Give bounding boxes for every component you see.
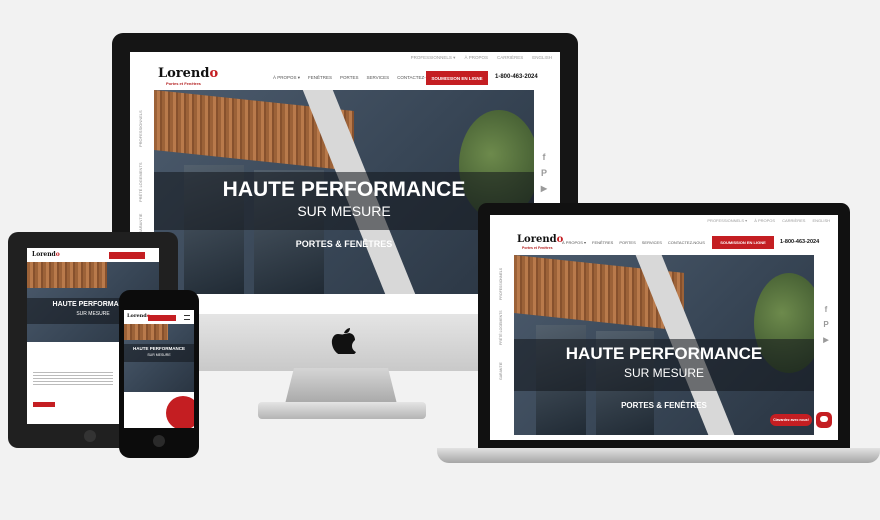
side-tab-garantie[interactable]: GARANTIE	[499, 362, 503, 380]
pinterest-icon[interactable]: P	[538, 168, 550, 178]
laptop-screen: PROFESSIONNELS ▾ À PROPOS CARRIÈRES ENGL…	[490, 215, 838, 440]
hero-title: HAUTE PERFORMANCE	[222, 178, 466, 201]
main-nav: À PROPOS ▾ FENÊTRES PORTES SERVICES CONT…	[562, 240, 705, 245]
side-tab-pret-logements[interactable]: PRÉTÉ LOGEMENTS	[138, 162, 143, 202]
site-logo[interactable]: Lorendo	[517, 234, 563, 245]
nav-a-propos[interactable]: À PROPOS ▾	[273, 75, 300, 81]
side-tab-pret-logements[interactable]: PRÉTÉ LOGEMENTS	[499, 310, 503, 345]
nav-portes[interactable]: PORTES	[619, 240, 635, 245]
top-nav-english[interactable]: ENGLISH	[812, 218, 830, 223]
hero-banner: HAUTE PERFORMANCE SUR MESURE PORTES & FE…	[514, 255, 814, 435]
top-nav-carrieres[interactable]: CARRIÈRES	[782, 218, 805, 223]
facebook-icon[interactable]: f	[820, 305, 832, 314]
site-logo[interactable]: Lorendo	[158, 66, 218, 81]
side-tab-garantie[interactable]: GARANTIE	[138, 214, 143, 234]
top-nav-a-propos[interactable]: À PROPOS	[754, 218, 775, 223]
hero-title: HAUTE PERFORMANCE	[565, 344, 763, 363]
nav-portes[interactable]: PORTES	[340, 75, 358, 81]
nav-services[interactable]: SERVICES	[642, 240, 662, 245]
online-quote-button[interactable]	[148, 315, 176, 321]
logo-text-o: o	[209, 66, 219, 81]
logo-subtitle: Portes et Fenêtres	[522, 246, 553, 250]
website-mobile: Lorendo HAUTE PERFORMANCE SUR MESURE	[124, 310, 194, 428]
top-nav-english[interactable]: ENGLISH	[532, 55, 552, 61]
site-logo[interactable]: Lorendo	[127, 313, 150, 319]
top-nav: PROFESSIONNELS ▾ À PROPOS CARRIÈRES ENGL…	[411, 55, 552, 61]
imac-foot	[258, 402, 426, 419]
laptop-base	[437, 448, 880, 463]
logo-text: Lorend	[158, 66, 210, 81]
hero-title: HAUTE PERFORMANCE	[132, 346, 185, 351]
logo-text: Lorend	[127, 313, 147, 319]
logo-text: Lorend	[517, 234, 557, 245]
main-nav: À PROPOS ▾ FENÊTRES PORTES SERVICES CONT…	[273, 75, 439, 81]
phone-number[interactable]: 1-800-463-2024	[495, 74, 538, 80]
hero-banner: HAUTE PERFORMANCE SUR MESURE PORTES & FE…	[154, 90, 534, 294]
phone-number[interactable]: 1-800-463-2024	[780, 239, 819, 245]
top-nav-professionnels[interactable]: PROFESSIONNELS ▾	[411, 55, 456, 61]
logo-text: Lorend	[32, 251, 56, 258]
top-nav-carrieres[interactable]: CARRIÈRES	[497, 55, 523, 61]
top-nav: PROFESSIONNELS ▾ À PROPOS CARRIÈRES ENGL…	[707, 218, 830, 223]
side-tab-professionnels[interactable]: PROFESSIONNELS	[138, 110, 143, 147]
chat-button[interactable]: Clavardez avec nous!	[770, 414, 812, 426]
logo-text-o: o	[55, 251, 60, 258]
nav-fenetres[interactable]: FENÊTRES	[592, 240, 613, 245]
hero-tagline: PORTES & FENÊTRES	[295, 239, 393, 249]
top-nav-professionnels[interactable]: PROFESSIONNELS ▾	[707, 218, 747, 223]
website-laptop: PROFESSIONNELS ▾ À PROPOS CARRIÈRES ENGL…	[490, 215, 838, 440]
home-button-icon	[153, 435, 165, 447]
hero-subtitle: SUR MESURE	[297, 203, 391, 219]
nav-services[interactable]: SERVICES	[366, 75, 389, 81]
read-more-button[interactable]	[33, 402, 55, 407]
imac-stand	[285, 368, 397, 404]
top-nav-a-propos[interactable]: À PROPOS	[464, 55, 488, 61]
online-quote-button[interactable]	[109, 252, 145, 259]
hero-wood-cladding	[124, 324, 168, 340]
menu-icon[interactable]	[184, 315, 190, 320]
hero-subtitle: SUR MESURE	[623, 366, 704, 380]
youtube-icon[interactable]: ▶	[820, 336, 832, 344]
youtube-icon[interactable]: ▶	[538, 184, 550, 193]
nav-contact[interactable]: CONTACTEZ-NOUS	[668, 240, 705, 245]
pinterest-icon[interactable]: P	[820, 320, 832, 329]
hero-banner: HAUTE PERFORMANCE SUR MESURE	[124, 324, 194, 392]
side-tab-professionnels[interactable]: PROFESSIONNELS	[499, 268, 503, 300]
hero-subtitle: SUR MESURE	[147, 353, 171, 357]
phone-screen: Lorendo HAUTE PERFORMANCE SUR MESURE	[124, 310, 194, 428]
red-arc-decoration	[166, 396, 194, 428]
apple-logo-icon	[331, 328, 356, 354]
nav-fenetres[interactable]: FENÊTRES	[308, 75, 332, 81]
nav-a-propos[interactable]: À PROPOS ▾	[562, 240, 586, 245]
site-logo[interactable]: Lorendo	[32, 251, 60, 258]
hero-wood-cladding	[27, 262, 107, 288]
hero-tagline: PORTES & FENÊTRES	[621, 401, 707, 410]
content-text-block	[33, 372, 113, 386]
device-mockup-scene: PROFESSIONNELS ▾ À PROPOS CARRIÈRES ENGL…	[0, 0, 880, 520]
logo-subtitle: Portes et Fenêtres	[166, 81, 201, 86]
online-quote-button[interactable]: SOUMISSION EN LIGNE	[426, 71, 488, 85]
home-button-icon	[84, 430, 96, 442]
chat-bubble-icon[interactable]	[816, 412, 832, 428]
online-quote-button[interactable]: SOUMISSION EN LIGNE	[712, 236, 774, 249]
facebook-icon[interactable]: f	[538, 152, 550, 162]
